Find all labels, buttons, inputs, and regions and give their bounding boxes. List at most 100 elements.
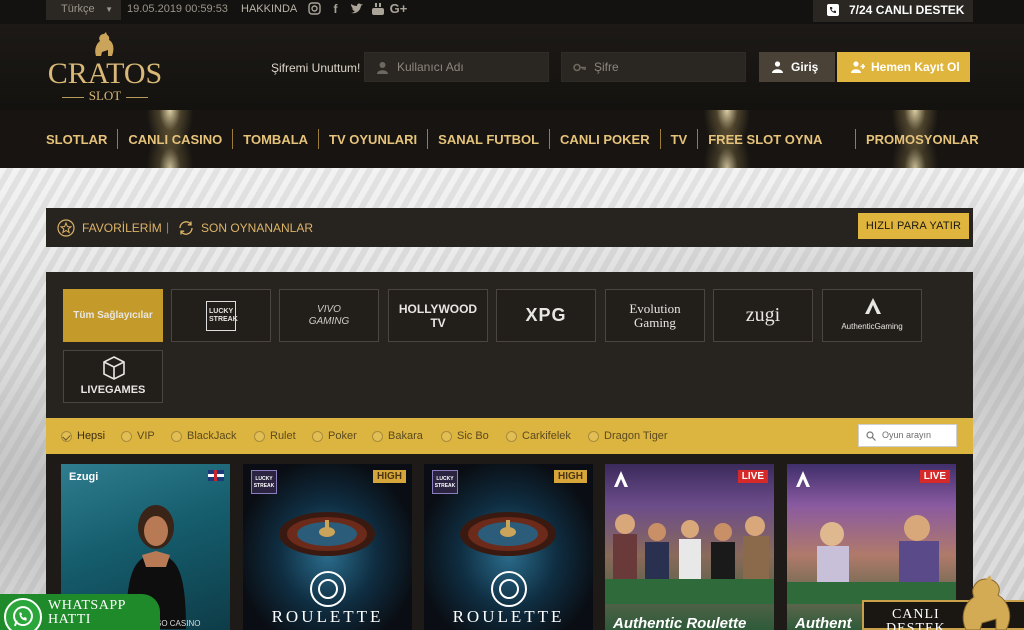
live-support-float-label: CANLI DESTEK — [886, 607, 946, 630]
game-title: ROULETTE — [452, 607, 565, 626]
favorites-link[interactable]: FAVORİLERİM — [82, 221, 162, 235]
nav-item-live-casino[interactable]: CANLI CASINO — [128, 132, 222, 147]
game-title: Authentic Roulette — [613, 615, 747, 630]
user-plus-icon — [851, 61, 865, 73]
filter-vip[interactable]: VIP — [121, 429, 155, 443]
game-card[interactable]: LUCKY STREAK HIGH ROULETTE — [243, 464, 412, 630]
xpg-logo: XPG — [525, 305, 567, 325]
nav-items: SLOTLAR CANLI CASINO TOMBALA TV OYUNLARI… — [46, 129, 822, 149]
nav-divider — [697, 129, 699, 149]
authentic-a-icon — [865, 298, 881, 314]
lucky-streak-badge: LUCKY STREAK — [251, 470, 277, 494]
game-search-input[interactable]: Oyun arayın — [858, 424, 957, 447]
live-badge: LIVE — [737, 470, 768, 483]
filter-baccarat[interactable]: Bakara — [372, 429, 423, 443]
nav-item-tv-games[interactable]: TV OYUNLARI — [329, 132, 417, 147]
google-plus-icon[interactable]: G+ — [390, 1, 408, 16]
language-select[interactable]: Türkçe ▼ — [46, 0, 121, 20]
social-links: f G+ — [307, 1, 408, 19]
provider-authentic-gaming[interactable]: AuthenticGaming — [822, 289, 922, 342]
nav-item-free-slot[interactable]: FREE SLOT OYNA — [708, 132, 822, 147]
cube-icon — [103, 356, 125, 380]
password-field[interactable]: Şifre — [561, 52, 746, 82]
game-card[interactable]: LUCKY STREAK HIGH ROULETTE — [424, 464, 593, 630]
filter-wheel[interactable]: Carkifelek — [506, 429, 571, 443]
nav-item-promotions[interactable]: PROMOSYONLAR — [866, 132, 979, 147]
provider-hollywood-tv[interactable]: HOLLYWOOD TV — [388, 289, 488, 342]
radio-icon — [254, 430, 265, 442]
nav-item-slots[interactable]: SLOTLAR — [46, 132, 107, 147]
game-title: Authent — [795, 615, 852, 630]
key-icon — [573, 63, 586, 72]
youtube-icon[interactable] — [370, 1, 385, 16]
refresh-icon — [179, 221, 193, 235]
twitter-icon[interactable] — [349, 1, 364, 16]
nav-divider — [427, 129, 429, 149]
game-caption: SO CASINO — [156, 619, 201, 628]
recently-played-link[interactable]: SON OYNANANLAR — [201, 221, 313, 235]
roulette-wheel-image — [279, 512, 375, 556]
user-icon — [772, 61, 783, 73]
quick-deposit-button[interactable]: HIZLI PARA YATIR — [858, 213, 969, 239]
top-bar: Türkçe ▼ 19.05.2019 00:59:53 HAKKINDA f … — [0, 0, 1024, 24]
provider-evolution-gaming[interactable]: Evolution Gaming — [605, 289, 705, 342]
provider-lucky-streak[interactable]: LUCKY STREAK — [171, 289, 271, 342]
uk-flag-icon — [208, 470, 224, 481]
lucky-streak-badge: LUCKY STREAK — [432, 470, 458, 494]
vivo-gaming-logo: VIVO GAMING — [308, 303, 350, 327]
user-icon — [377, 62, 388, 74]
about-link[interactable]: HAKKINDA — [241, 3, 297, 15]
radio-icon — [372, 430, 383, 442]
livegames-logo: LIVEGAMES — [80, 383, 146, 396]
authentic-gaming-logo: AuthenticGaming — [841, 322, 903, 331]
live-support-button[interactable]: 7/24 CANLI DESTEK — [813, 0, 973, 22]
logo-sub: SLOT — [46, 88, 164, 104]
username-field[interactable]: Kullanıcı Adı — [364, 52, 549, 82]
nav-item-live-poker[interactable]: CANLI POKER — [560, 132, 650, 147]
players-image — [605, 514, 774, 604]
radio-icon — [171, 430, 182, 442]
nav-item-tv[interactable]: TV — [671, 132, 688, 147]
nav-divider — [855, 129, 856, 149]
register-label: Hemen Kayıt Ol — [871, 60, 960, 74]
caret-down-icon: ▼ — [105, 5, 113, 14]
forgot-password-link[interactable]: Şifremi Unuttum! — [271, 61, 360, 75]
nav-item-tombala[interactable]: TOMBALA — [243, 132, 308, 147]
nav-divider — [659, 129, 661, 149]
filter-poker[interactable]: Poker — [312, 429, 357, 443]
provider-xpg[interactable]: XPG — [496, 289, 596, 342]
live-support-label: 7/24 CANLI DESTEK — [849, 3, 965, 17]
nav-promo-group: PROMOSYONLAR — [855, 129, 979, 149]
filter-dragon-tiger[interactable]: Dragon Tiger — [588, 429, 668, 443]
whatsapp-label: WHATSAPP HATTI — [48, 598, 126, 627]
hollywood-tv-logo: HOLLYWOOD TV — [398, 301, 478, 330]
whatsapp-button[interactable]: WHATSAPP HATTI — [0, 594, 160, 630]
high-badge: HIGH — [373, 470, 406, 483]
provider-livegames[interactable]: LIVEGAMES — [63, 350, 163, 403]
game-card[interactable]: LIVE Authentic Roulette — [605, 464, 774, 630]
nav-divider — [117, 129, 119, 149]
nav-item-virtual-football[interactable]: SANAL FUTBOL — [438, 132, 539, 147]
provider-all[interactable]: Tüm Sağlayıcılar — [63, 289, 163, 342]
favbar-separator: | — [166, 220, 170, 234]
radio-icon — [506, 430, 517, 442]
search-placeholder: Oyun arayın — [882, 430, 932, 440]
radio-icon — [312, 430, 323, 442]
whatsapp-icon — [4, 598, 42, 630]
provider-ezugi[interactable]: zugi — [713, 289, 813, 342]
filter-blackjack[interactable]: BlackJack — [171, 429, 237, 443]
main-nav: SLOTLAR CANLI CASINO TOMBALA TV OYUNLARI… — [0, 110, 1024, 168]
facebook-icon[interactable]: f — [328, 1, 343, 16]
register-button[interactable]: Hemen Kayıt Ol — [837, 52, 970, 82]
filter-all[interactable]: Hepsi — [61, 429, 105, 443]
provider-vivo-gaming[interactable]: VIVO GAMING — [279, 289, 379, 342]
authentic-a-icon — [614, 471, 628, 487]
nav-divider — [318, 129, 320, 149]
login-button[interactable]: Giriş — [759, 52, 835, 82]
filter-roulette[interactable]: Rulet — [254, 429, 296, 443]
filter-sic-bo[interactable]: Sic Bo — [441, 429, 489, 443]
login-label: Giriş — [791, 60, 819, 74]
favorites-bar: FAVORİLERİM | SON OYNANANLAR — [46, 208, 973, 247]
site-logo[interactable]: CRATOS SLOT — [46, 32, 164, 104]
instagram-icon[interactable] — [307, 1, 322, 16]
